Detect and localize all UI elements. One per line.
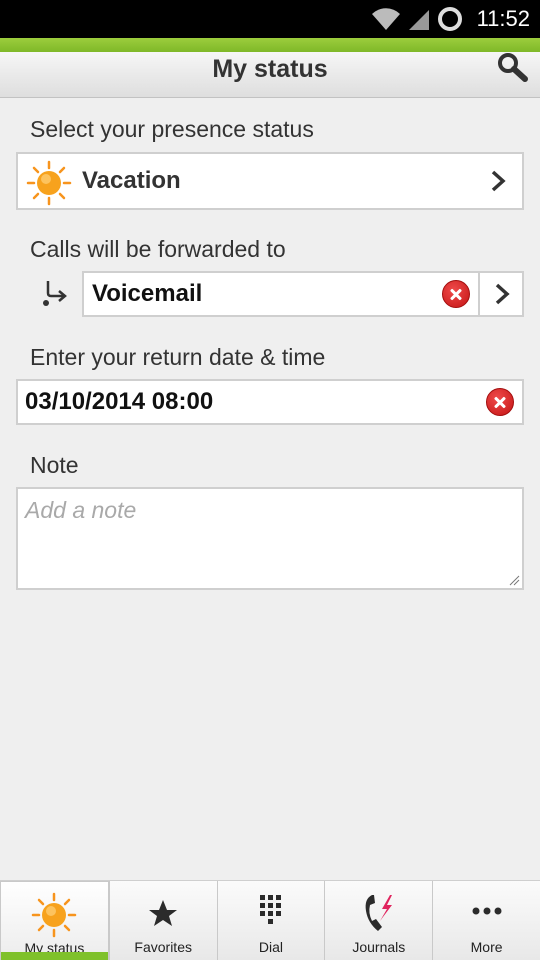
dialpad-icon [259,895,281,924]
status-icons: 11:52 [371,5,530,33]
presence-label: Select your presence status [30,116,314,142]
presence-status-value: Vacation [82,167,181,194]
nav-tab-label: More [470,939,503,955]
accent-stripe [0,38,540,52]
status-bar: 11:52 [0,0,540,38]
return-datetime-field[interactable]: 03/10/2014 08:00 [16,379,524,425]
chevron-right-icon [491,170,506,192]
active-tab-indicator [1,952,108,960]
note-input[interactable] [18,489,522,588]
forward-target-chevron-button[interactable] [478,271,524,317]
presence-status-selector[interactable]: Vacation [16,152,524,210]
call-forward-icon [43,281,67,306]
return-datetime-value: 03/10/2014 08:00 [25,388,214,415]
forward-target-value: Voicemail [92,280,203,307]
page-title: My status [212,55,328,83]
note-label: Note [30,452,79,478]
nav-tab-dial[interactable]: Dial [216,881,325,960]
action-bar: My status [0,52,540,98]
resize-grip-icon[interactable] [508,574,520,586]
sun-icon [32,892,77,938]
clear-forward-button[interactable] [442,280,470,308]
wifi-icon [371,8,400,31]
nav-tab-label: Favorites [134,939,192,955]
nav-tab-more[interactable]: More [432,881,540,960]
content: Select your presence status Vacation Cal… [0,98,540,880]
more-icon [472,907,502,915]
signal-icon [408,10,429,30]
forward-target-field[interactable]: Voicemail [82,271,480,317]
loading-ring-icon [437,7,462,31]
note-box [16,487,524,590]
journal-phone-icon [365,895,392,931]
sun-icon [26,160,72,206]
nav-tab-label: Dial [258,939,284,955]
chevron-right-icon [495,283,510,305]
nav-tab-my-status[interactable]: My status [0,881,109,960]
nav-tab-label: Journals [352,939,406,955]
star-icon [149,900,178,926]
nav-tab-journals[interactable]: Journals [324,881,433,960]
bottom-navigation: My status Favorites Dial Journals More [0,880,540,960]
search-icon[interactable] [494,52,530,82]
nav-tab-favorites[interactable]: Favorites [108,881,217,960]
clear-datetime-button[interactable] [486,388,514,416]
return-time-label: Enter your return date & time [30,344,326,370]
forwarding-label: Calls will be forwarded to [30,236,286,262]
clock: 11:52 [476,6,530,31]
